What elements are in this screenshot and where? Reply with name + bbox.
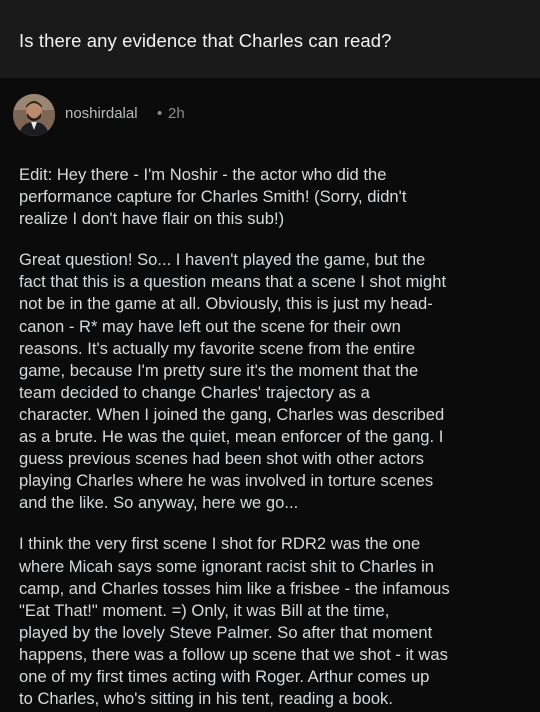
comment-paragraph: Great question! So... I haven't played t… (19, 250, 447, 513)
comment-paragraph: I think the very first scene I shot for … (19, 534, 450, 709)
comment-timestamp: 2h (168, 105, 185, 122)
username[interactable]: noshirdalal (65, 105, 138, 122)
user-avatar-icon (13, 94, 55, 136)
comment-body: Edit: Hey there - I'm Noshir - the actor… (19, 78, 522, 710)
comment-paragraph: Edit: Hey there - I'm Noshir - the actor… (19, 165, 407, 229)
meta-separator: • (157, 105, 163, 122)
comment: noshirdalal • 2h Edit: Hey there - I'm N… (0, 78, 540, 710)
avatar[interactable] (13, 94, 55, 136)
comment-meta: noshirdalal • 2h (0, 78, 540, 136)
post-header: Is there any evidence that Charles can r… (0, 0, 540, 78)
post-title[interactable]: Is there any evidence that Charles can r… (19, 30, 540, 52)
